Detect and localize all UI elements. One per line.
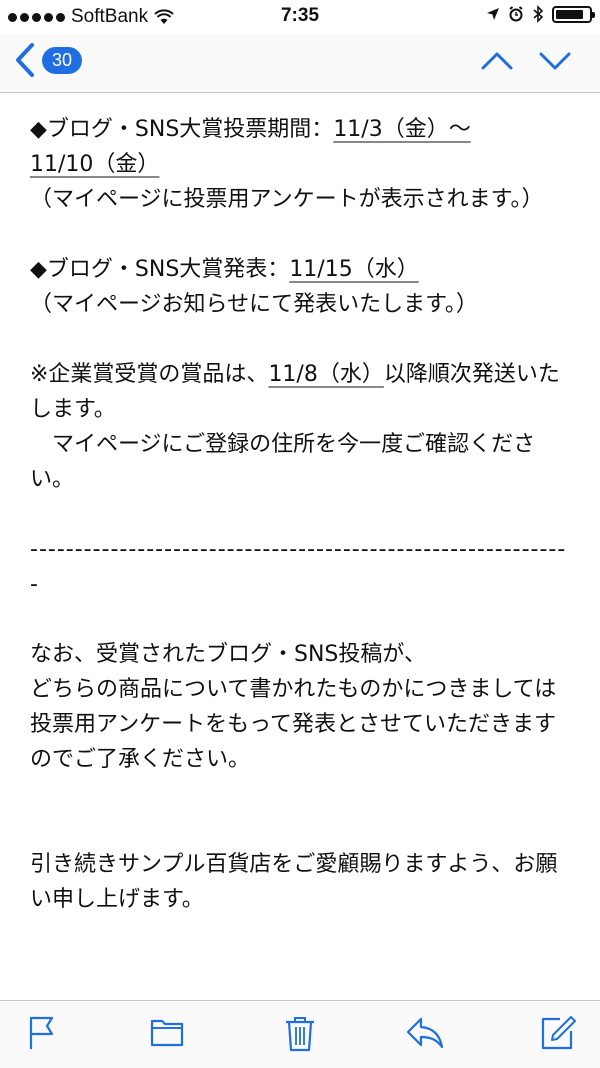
email-body: ◆ブログ・SNS大賞投票期間：11/3（金）〜 11/10（金） （マイページに… [30, 112, 575, 917]
prize-shipping-line: ※企業賞受賞の賞品は、11/8（水）以降順次発送いたします。 [30, 357, 575, 427]
announcement-note: （マイページお知らせにて発表いたします。） [30, 292, 478, 317]
announcement-label: ◆ブログ・SNS大賞発表： [30, 257, 290, 282]
voting-note: （マイページに投票用アンケートが表示されます。） [30, 187, 544, 212]
trash-icon[interactable] [284, 1015, 316, 1053]
next-message-button[interactable] [538, 46, 572, 76]
notice-line: なお、受賞されたブログ・SNS投稿が、 [30, 642, 426, 667]
navigation-bar: 30 [0, 34, 600, 93]
notice-line-3: 投票用アンケートをもって発表とさせていただきますのでご了承ください。 [30, 712, 557, 772]
prize-shipping-label: ※企業賞受賞の賞品は、 [30, 362, 269, 387]
flag-icon[interactable] [28, 1015, 56, 1051]
voting-end-date-link[interactable]: 11/10（金） [30, 152, 159, 177]
previous-message-button[interactable] [480, 46, 514, 76]
voting-end-line: 11/10（金） [30, 147, 575, 182]
chevron-left-icon [16, 43, 34, 77]
bluetooth-icon [533, 5, 544, 23]
bottom-toolbar [0, 1000, 600, 1068]
divider-line: ----------------------------------------… [30, 537, 567, 597]
voting-period-label: ◆ブログ・SNS大賞投票期間： [30, 117, 334, 142]
compose-icon[interactable] [540, 1015, 576, 1051]
folder-icon[interactable] [150, 1015, 184, 1049]
back-to-inbox-button[interactable]: 30 [14, 42, 83, 78]
status-bar: SoftBank 7:35 [0, 0, 600, 34]
unread-count-badge: 30 [42, 46, 83, 74]
announcement-date-link[interactable]: 11/15（水） [289, 257, 418, 282]
status-icons [486, 5, 595, 23]
announcement-line: ◆ブログ・SNS大賞発表：11/15（水） [30, 252, 575, 287]
location-arrow-icon [487, 8, 499, 20]
shipping-date-link[interactable]: 11/8（水） [268, 362, 383, 387]
alarm-clock-icon [509, 6, 523, 22]
address-check-note: マイページにご登録の住所を今一度ご確認ください。 [30, 432, 536, 492]
closing-line: 引き続きサンプル百貨店をご愛顧賜りますよう、お願い申し上げます。 [30, 852, 558, 912]
battery-icon [552, 5, 595, 23]
reply-icon[interactable] [405, 1015, 445, 1049]
notice-line-2: どちらの商品について書かれたものかにつきましては [30, 677, 557, 702]
voting-start-date-link[interactable]: 11/3（金）〜 [333, 117, 470, 142]
voting-period-line: ◆ブログ・SNS大賞投票期間：11/3（金）〜 [30, 112, 575, 147]
